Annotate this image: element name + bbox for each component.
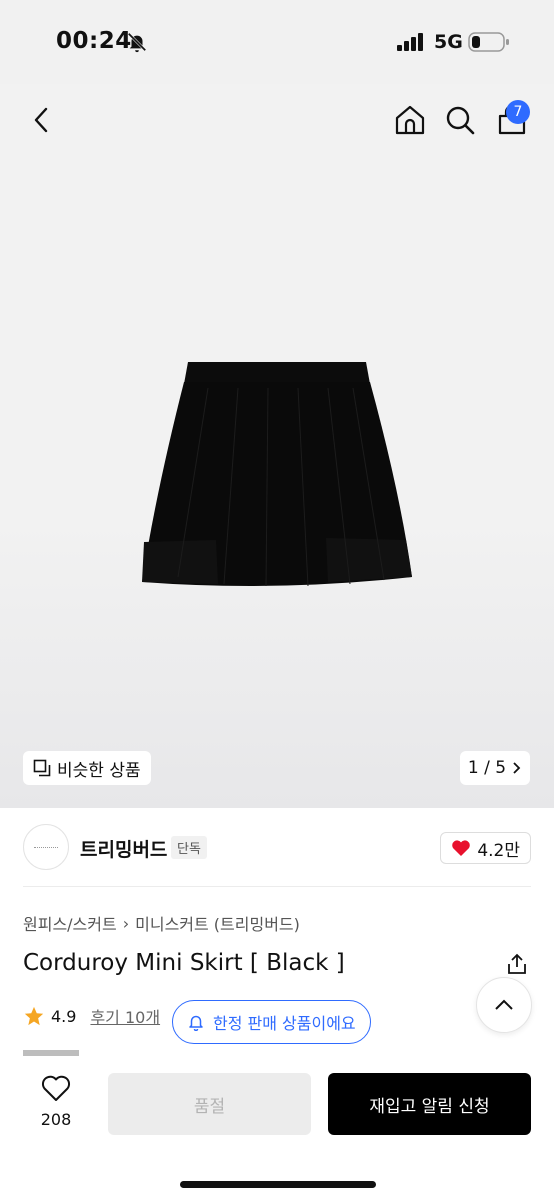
cart-count-badge: 7 [506,100,530,124]
breadcrumb-child[interactable]: 미니스커트 (트리밍버드) [135,911,300,935]
brand-row: 트리밍버드 단독 4.2만 [23,824,531,870]
brand-logo[interactable] [23,824,69,870]
wishlist-count: 208 [40,1110,72,1129]
similar-products-button[interactable]: 비슷한 상품 [23,751,151,785]
breadcrumb: 원피스/스커트 › 미니스커트 (트리밍버드) [23,911,300,935]
product-image [142,362,412,587]
breadcrumb-separator-icon: › [122,913,130,933]
star-icon [24,1006,44,1026]
bell-muted-icon [127,32,147,53]
review-count-link[interactable]: 후기 10개 [90,1004,160,1028]
bell-icon [189,1015,203,1031]
chevron-right-icon [513,762,521,774]
rating-value: 4.9 [51,1006,77,1026]
copy-icon [33,759,51,777]
divider [23,886,531,887]
home-icon[interactable] [390,100,430,140]
status-time: 00:24 [56,28,132,54]
product-title: Corduroy Mini Skirt [ Black ] [23,950,345,976]
home-indicator[interactable] [180,1181,376,1188]
heart-outline-icon [41,1075,71,1101]
image-pager[interactable]: 1 / 5 [460,751,530,785]
battery-icon [468,32,509,52]
network-type: 5G [434,31,463,53]
share-icon[interactable] [505,952,529,976]
exclusive-badge: 단독 [171,836,207,859]
heart-icon [452,840,471,856]
search-icon[interactable] [440,100,480,140]
scroll-to-top-button[interactable] [476,977,532,1033]
brand-name[interactable]: 트리밍버드 [80,835,167,862]
back-icon[interactable] [22,100,62,140]
rating-row: 4.9 후기 10개 [23,1004,160,1028]
brand-like-button[interactable]: 4.2만 [440,832,531,864]
soldout-button: 품절 [108,1073,311,1135]
restock-alert-button[interactable]: 재입고 알림 신청 [328,1073,531,1135]
similar-products-label: 비슷한 상품 [57,760,141,781]
limited-sale-pill[interactable]: 한정 판매 상품이에요 [172,1000,371,1044]
limited-sale-label: 한정 판매 상품이에요 [213,1014,356,1033]
brand-like-count: 4.2만 [477,840,520,861]
tab-indicator [23,1050,79,1056]
pager-text: 1 / 5 [467,758,507,778]
signal-icon [397,33,423,51]
wishlist-button[interactable]: 208 [30,1074,82,1129]
breadcrumb-parent[interactable]: 원피스/스커트 [23,911,117,935]
chevron-up-icon [495,999,513,1010]
